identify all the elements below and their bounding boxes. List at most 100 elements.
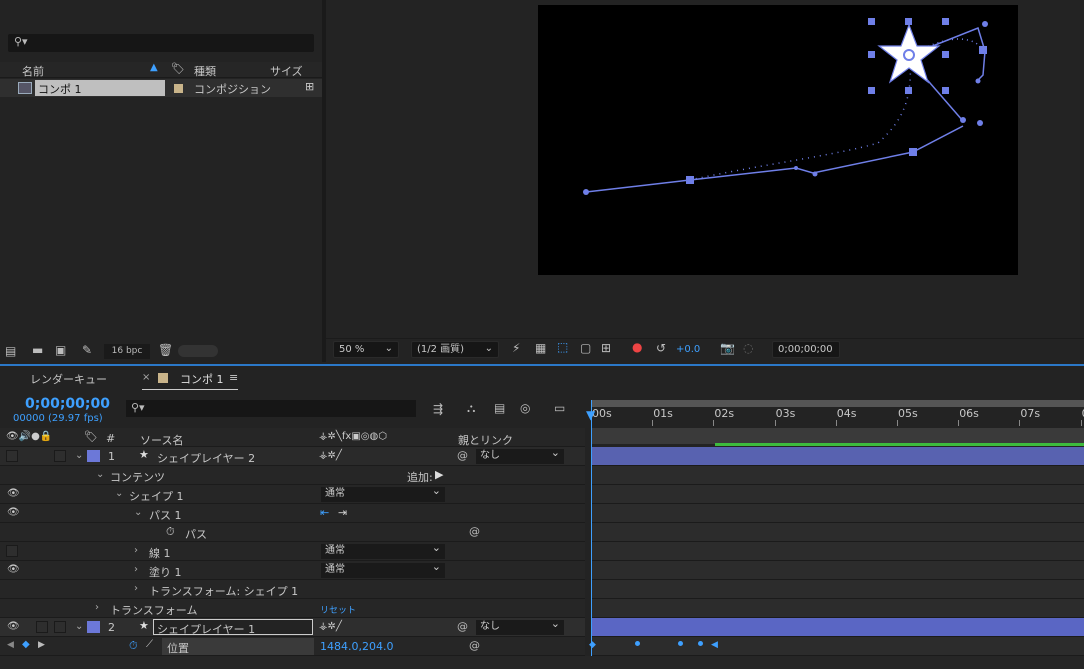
pen-icon[interactable]: ✎ (82, 343, 92, 357)
audio-switch[interactable] (36, 621, 48, 633)
path-direction-reverse-icon[interactable]: ⇥ (338, 506, 347, 519)
layer-label-color[interactable] (87, 450, 100, 462)
current-time[interactable]: 0;00;00;00 (25, 396, 110, 412)
position-value[interactable]: 1484.0,204.0 (320, 640, 393, 653)
pickwhip-icon[interactable]: @ (457, 449, 468, 462)
flowchart-icon[interactable]: ⊞ (305, 80, 314, 93)
path-row[interactable]: ⏱ パス @ (0, 523, 585, 542)
shape1-row[interactable]: 👁 ⌄ シェイプ 1 通常 (0, 484, 585, 504)
eye-icon[interactable]: 👁 (7, 564, 20, 575)
stopwatch-icon[interactable]: ⏱ (129, 639, 138, 653)
channel-icon[interactable]: ● (632, 340, 642, 354)
fast-preview-icon[interactable]: ⚡ (512, 341, 520, 355)
motion-blur-icon[interactable]: ◎ (520, 401, 530, 415)
current-time-indicator[interactable] (591, 400, 592, 656)
stroke1-row[interactable]: › 線 1 通常 (0, 541, 585, 561)
graph-editor-icon[interactable]: ▭ (554, 401, 565, 415)
eye-icon[interactable]: 👁 (7, 621, 20, 632)
layer-name[interactable]: シェイプレイヤー 1 (157, 621, 255, 637)
snapshot-icon[interactable]: 📷 (720, 341, 735, 355)
stopwatch-icon[interactable]: ⏱ (166, 525, 175, 539)
chevron-down-icon[interactable]: ⌄ (75, 621, 83, 632)
layer-duration-bar[interactable] (591, 447, 1084, 466)
work-area-bar[interactable] (591, 400, 1084, 407)
layer-label-color[interactable] (87, 621, 100, 633)
chevron-right-icon[interactable]: › (134, 564, 138, 575)
viewer-timecode[interactable]: 0;00;00;00 (772, 341, 840, 358)
fill1-row[interactable]: 👁 › 塗り 1 通常 (0, 560, 585, 580)
reset-link[interactable]: リセット (320, 603, 356, 616)
chevron-down-icon[interactable]: ⌄ (75, 450, 83, 461)
add-menu-icon[interactable]: ▶ (435, 468, 443, 481)
graph-icon[interactable]: ⟋ (146, 639, 153, 650)
layer-switches[interactable]: ⚶✲╱ (319, 621, 342, 632)
column-size[interactable]: サイズ (270, 63, 303, 79)
tab-render-queue[interactable]: レンダーキュー (30, 371, 107, 387)
thumbnail-slider[interactable] (178, 345, 218, 357)
chevron-down-icon[interactable]: ⌄ (134, 507, 142, 518)
position-row[interactable]: ◀ ◆ ▶ ⏱ ⟋ 位置 1484.0,204.0 @ (0, 637, 585, 656)
show-snapshot-icon[interactable]: ◌ (743, 341, 753, 355)
keyframe-marker[interactable] (635, 641, 640, 646)
grid-guides-icon[interactable]: ⊞ (601, 341, 611, 355)
exposure-value[interactable]: +0.0 (676, 344, 700, 355)
visibility-switch[interactable] (6, 545, 18, 557)
pickwhip-icon[interactable]: @ (457, 620, 468, 633)
chevron-right-icon[interactable]: › (95, 602, 99, 613)
chevron-down-icon[interactable]: ⌄ (96, 469, 104, 480)
video-switch[interactable] (6, 450, 18, 462)
fill1-blend-dropdown[interactable]: 通常 (321, 560, 445, 578)
transform-shape-row[interactable]: › トランスフォーム: シェイプ 1 (0, 580, 585, 599)
eye-icon[interactable]: 👁 (7, 488, 20, 499)
composition-canvas[interactable] (538, 5, 1018, 275)
lock-switch[interactable] (54, 621, 66, 633)
layer-name[interactable]: シェイプレイヤー 2 (157, 450, 255, 466)
resolution-dropdown[interactable]: (1/2 画質) ⌄ (411, 341, 499, 358)
layer-row[interactable]: ⌄ 1 ★ シェイプレイヤー 2 ⚶✲╱ @ なし (0, 446, 585, 466)
mask-visibility-icon[interactable]: ⬚ (557, 340, 568, 354)
expression-pickwhip-icon[interactable]: @ (469, 639, 480, 652)
new-composition-icon[interactable]: ▣ (55, 343, 66, 357)
path1-row[interactable]: 👁 ⌄ パス 1 ⇤ ⇥ (0, 504, 585, 523)
label-tag-icon[interactable]: 🏷 (171, 62, 185, 75)
keyframe-marker[interactable] (698, 641, 703, 646)
bpc-button[interactable]: 16 bpc (104, 344, 150, 359)
layer-switches[interactable]: ⚶✲╱ (319, 450, 342, 461)
shape1-blend-dropdown[interactable]: 通常 (321, 484, 445, 502)
path-direction-icon[interactable]: ⇤ (320, 506, 329, 519)
time-navigator-bar[interactable] (591, 428, 1084, 444)
project-search-input[interactable]: ⚲▾ (8, 34, 314, 52)
project-item-row[interactable]: コンポ 1 コンポジション ⊞ (0, 79, 322, 97)
transparency-grid-icon[interactable]: ▦ (535, 341, 546, 355)
chevron-right-icon[interactable]: › (134, 545, 138, 556)
comp-mini-flowchart-icon[interactable]: ⇶ (433, 402, 443, 416)
trash-icon[interactable]: 🗑 (158, 343, 173, 357)
chevron-down-icon[interactable]: ⌄ (115, 488, 123, 499)
add-keyframe-icon[interactable]: ◆ (22, 639, 30, 650)
playhead-handle[interactable]: ▼ (586, 408, 595, 422)
stroke1-blend-dropdown[interactable]: 通常 (321, 541, 445, 559)
zoom-dropdown[interactable]: 50 % ⌄ (333, 341, 399, 358)
region-of-interest-icon[interactable]: ▢ (580, 341, 591, 355)
panel-menu-icon[interactable]: ≡ (229, 371, 238, 384)
reset-exposure-icon[interactable]: ↺ (656, 341, 666, 355)
layer-duration-bar[interactable] (591, 618, 1084, 637)
keyframe-marker[interactable] (678, 641, 683, 646)
transform-row[interactable]: › トランスフォーム リセット (0, 599, 585, 618)
prev-keyframe-icon[interactable]: ◀ (7, 640, 14, 650)
layer-row-selected[interactable]: 👁 ⌄ 2 ★ シェイプレイヤー 1 ⚶✲╱ @ なし (0, 617, 585, 637)
frame-blending-icon[interactable]: ▤ (494, 401, 505, 415)
eye-icon[interactable]: 👁 (7, 507, 20, 518)
parent-dropdown[interactable]: なし (476, 446, 564, 464)
close-icon[interactable]: × (142, 372, 150, 383)
column-name[interactable]: 名前 (22, 63, 44, 79)
next-keyframe-icon[interactable]: ▶ (38, 640, 45, 650)
new-folder-icon[interactable]: ▬ (32, 343, 43, 357)
layer-search-input[interactable]: ⚲▾ (126, 400, 416, 417)
parent-dropdown[interactable]: なし (476, 617, 564, 635)
draft-3d-icon[interactable]: ⛬ (467, 401, 475, 416)
column-type[interactable]: 種類 (194, 63, 216, 79)
sort-ascending-icon[interactable]: ▲ (150, 62, 158, 73)
lock-switch[interactable] (54, 450, 66, 462)
tab-comp[interactable]: コンポ 1 (180, 371, 224, 387)
